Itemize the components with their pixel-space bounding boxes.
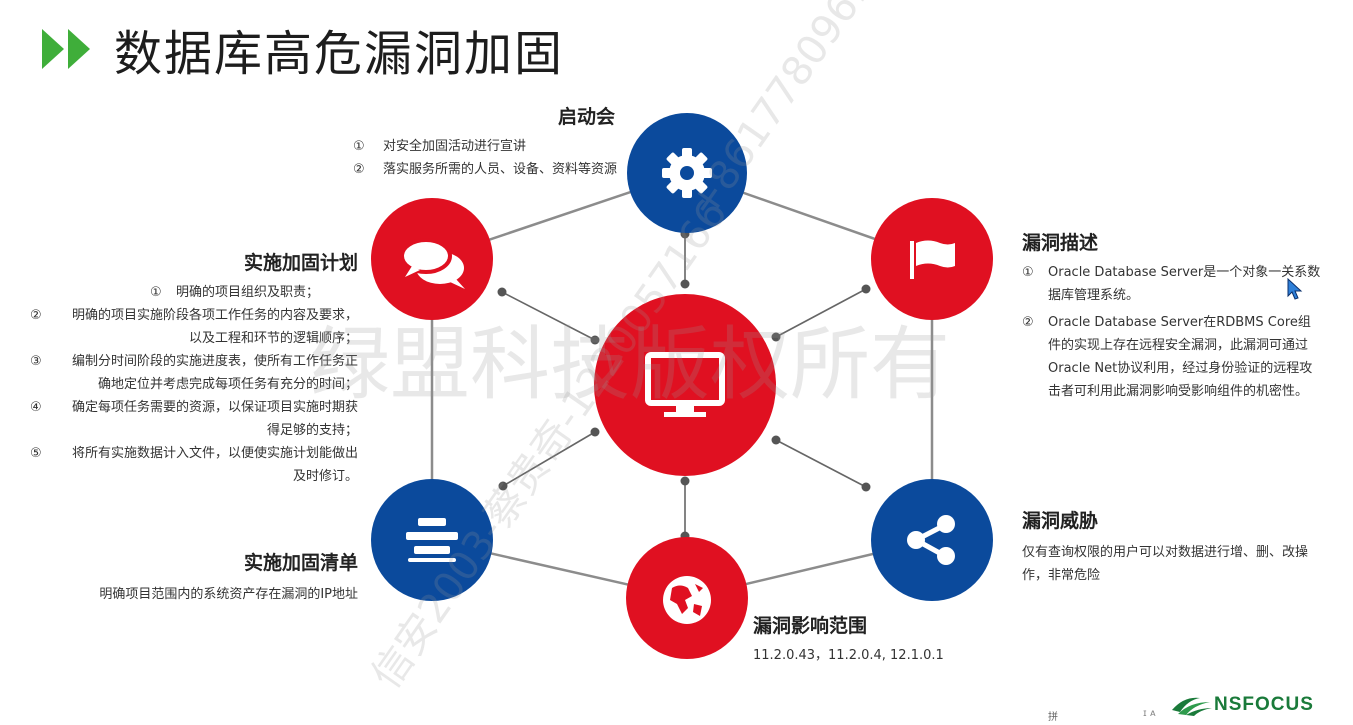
item-number: ④ <box>30 400 42 415</box>
item-line: 明确的项目实施阶段各项工作任务的内容及要求， <box>71 308 358 323</box>
plan-item: ② 明确的项目实施阶段各项工作任务的内容及要求， 以及工程和环节的逻辑顺序； <box>30 304 358 350</box>
scope-text: 11.2.0.43，11.2.0.4, 12.1.0.1 <box>753 648 944 663</box>
threat-block: 漏洞威胁 仅有查询权限的用户可以对数据进行增、删、改操 作，非常危险 <box>1022 506 1322 587</box>
kickoff-heading: 启动会 <box>557 106 615 128</box>
item-number: ② <box>1022 315 1034 330</box>
item-line: 以及工程和环节的逻辑顺序； <box>188 331 358 346</box>
node-hardening-list <box>371 479 493 601</box>
item-text: 确定每项任务需要的资源，以保证项目实施时期获得足够的支持； <box>56 396 358 442</box>
item-text: 明确的项目组织及职责； <box>176 285 320 300</box>
node-hardening-plan <box>371 198 493 320</box>
item-text: Oracle Database Server在RDBMS Core组 件的实现上存… <box>1048 311 1322 403</box>
threat-line: 作，非常危险 <box>1022 568 1101 583</box>
item-line: 确地定位并考虑完成每项任务有充分的时间； <box>97 377 358 392</box>
plan-item: ④ 确定每项任务需要的资源，以保证项目实施时期获得足够的支持； <box>30 396 358 442</box>
nsfocus-logo-text: NSFOCUS <box>1214 694 1314 715</box>
desc-item: ② Oracle Database Server在RDBMS Core组 件的实现… <box>1022 311 1322 403</box>
globe-icon <box>663 576 711 624</box>
kickoff-item: ② 落实服务所需的人员、设备、资料等资源 <box>345 158 625 181</box>
ime-indicator[interactable]: 拼 <box>1048 708 1058 723</box>
nsfocus-logo: NSFOCUS <box>1170 694 1314 716</box>
item-text: Oracle Database Server是一个对象一关系数 据库管理系统。 <box>1048 261 1322 307</box>
scope-block: 漏洞影响范围 11.2.0.43，11.2.0.4, 12.1.0.1 <box>753 611 1013 667</box>
node-vuln-threat <box>871 479 993 601</box>
node-kickoff <box>627 113 747 233</box>
item-text: 落实服务所需的人员、设备、资料等资源 <box>383 162 618 177</box>
nsfocus-logo-icon <box>1172 697 1212 716</box>
item-number: ① <box>353 139 365 154</box>
plan-heading: 实施加固计划 <box>243 252 358 274</box>
desc-heading: 漏洞描述 <box>1022 232 1099 254</box>
node-vuln-scope <box>626 537 748 659</box>
item-text: 明确的项目实施阶段各项工作任务的内容及要求， 以及工程和环节的逻辑顺序； <box>56 304 358 350</box>
list-text: 明确项目范围内的系统资产存在漏洞的IP地址 <box>99 587 358 602</box>
item-text: 将所有实施数据计入文件，以便使实施计划能做出及时修订。 <box>56 442 358 488</box>
threat-line: 仅有查询权限的用户可以对数据进行增、删、改操 <box>1022 545 1309 560</box>
item-line: Oracle Database Server是一个对象一关系数 <box>1048 265 1321 280</box>
plan-block: 实施加固计划 ① 明确的项目组织及职责； ② 明确的项目实施阶段各项工作任务的内… <box>30 248 358 488</box>
item-text: 编制分时间阶段的实施进度表，使所有工作任务正确地定位并考虑完成每项任务有充分的时… <box>56 350 358 396</box>
item-line: 确定每项任务需要的资源，以保证项目实施时期获 <box>71 400 358 415</box>
mouse-cursor-icon <box>1287 278 1303 300</box>
item-line: Oracle Database Server在RDBMS Core组 <box>1048 315 1311 330</box>
plan-item: ③ 编制分时间阶段的实施进度表，使所有工作任务正确地定位并考虑完成每项任务有充分… <box>30 350 358 396</box>
list-heading: 实施加固清单 <box>243 552 358 574</box>
desc-block: 漏洞描述 ① Oracle Database Server是一个对象一关系数 据库… <box>1022 228 1322 403</box>
item-number: ⑤ <box>30 446 42 461</box>
plan-item: ⑤ 将所有实施数据计入文件，以便使实施计划能做出及时修订。 <box>30 442 358 488</box>
gear-icon <box>662 148 712 198</box>
center-node <box>594 294 776 476</box>
item-line: 编制分时间阶段的实施进度表，使所有工作任务正 <box>71 354 358 369</box>
item-line: 据库管理系统。 <box>1048 288 1140 303</box>
threat-text: 仅有查询权限的用户可以对数据进行增、删、改操 作，非常危险 <box>1022 541 1322 587</box>
item-line: 件的实现上存在远程安全漏洞，此漏洞可通过 <box>1048 338 1309 353</box>
item-line: 得足够的支持； <box>266 423 358 438</box>
kickoff-item: ① 对安全加固活动进行宣讲 <box>345 135 625 158</box>
threat-heading: 漏洞威胁 <box>1022 510 1099 532</box>
item-number: ① <box>150 285 162 300</box>
item-number: ③ <box>30 354 42 369</box>
item-line: 及时修订。 <box>292 469 358 484</box>
item-line: Oracle Net协议利用，经过身份验证的远程攻 <box>1048 361 1313 376</box>
item-number: ② <box>30 308 42 323</box>
plan-item: ① 明确的项目组织及职责； <box>30 281 358 304</box>
item-number: ② <box>353 162 365 177</box>
list-block: 实施加固清单 明确项目范围内的系统资产存在漏洞的IP地址 <box>60 548 358 606</box>
node-vuln-desc <box>871 198 993 320</box>
item-number: ① <box>1022 265 1034 280</box>
scope-heading: 漏洞影响范围 <box>753 615 868 637</box>
kickoff-block: 启动会 ① 对安全加固活动进行宣讲 ② 落实服务所需的人员、设备、资料等资源 <box>345 102 625 181</box>
desc-item: ① Oracle Database Server是一个对象一关系数 据库管理系统。 <box>1022 261 1322 307</box>
item-line: 击者可利用此漏洞影响受影响组件的机密性。 <box>1048 384 1309 399</box>
item-text: 对安全加固活动进行宣讲 <box>383 139 527 154</box>
tray-indicator: ɪ ᴀ <box>1143 708 1156 719</box>
item-line: 将所有实施数据计入文件，以便使实施计划能做出 <box>71 446 358 461</box>
